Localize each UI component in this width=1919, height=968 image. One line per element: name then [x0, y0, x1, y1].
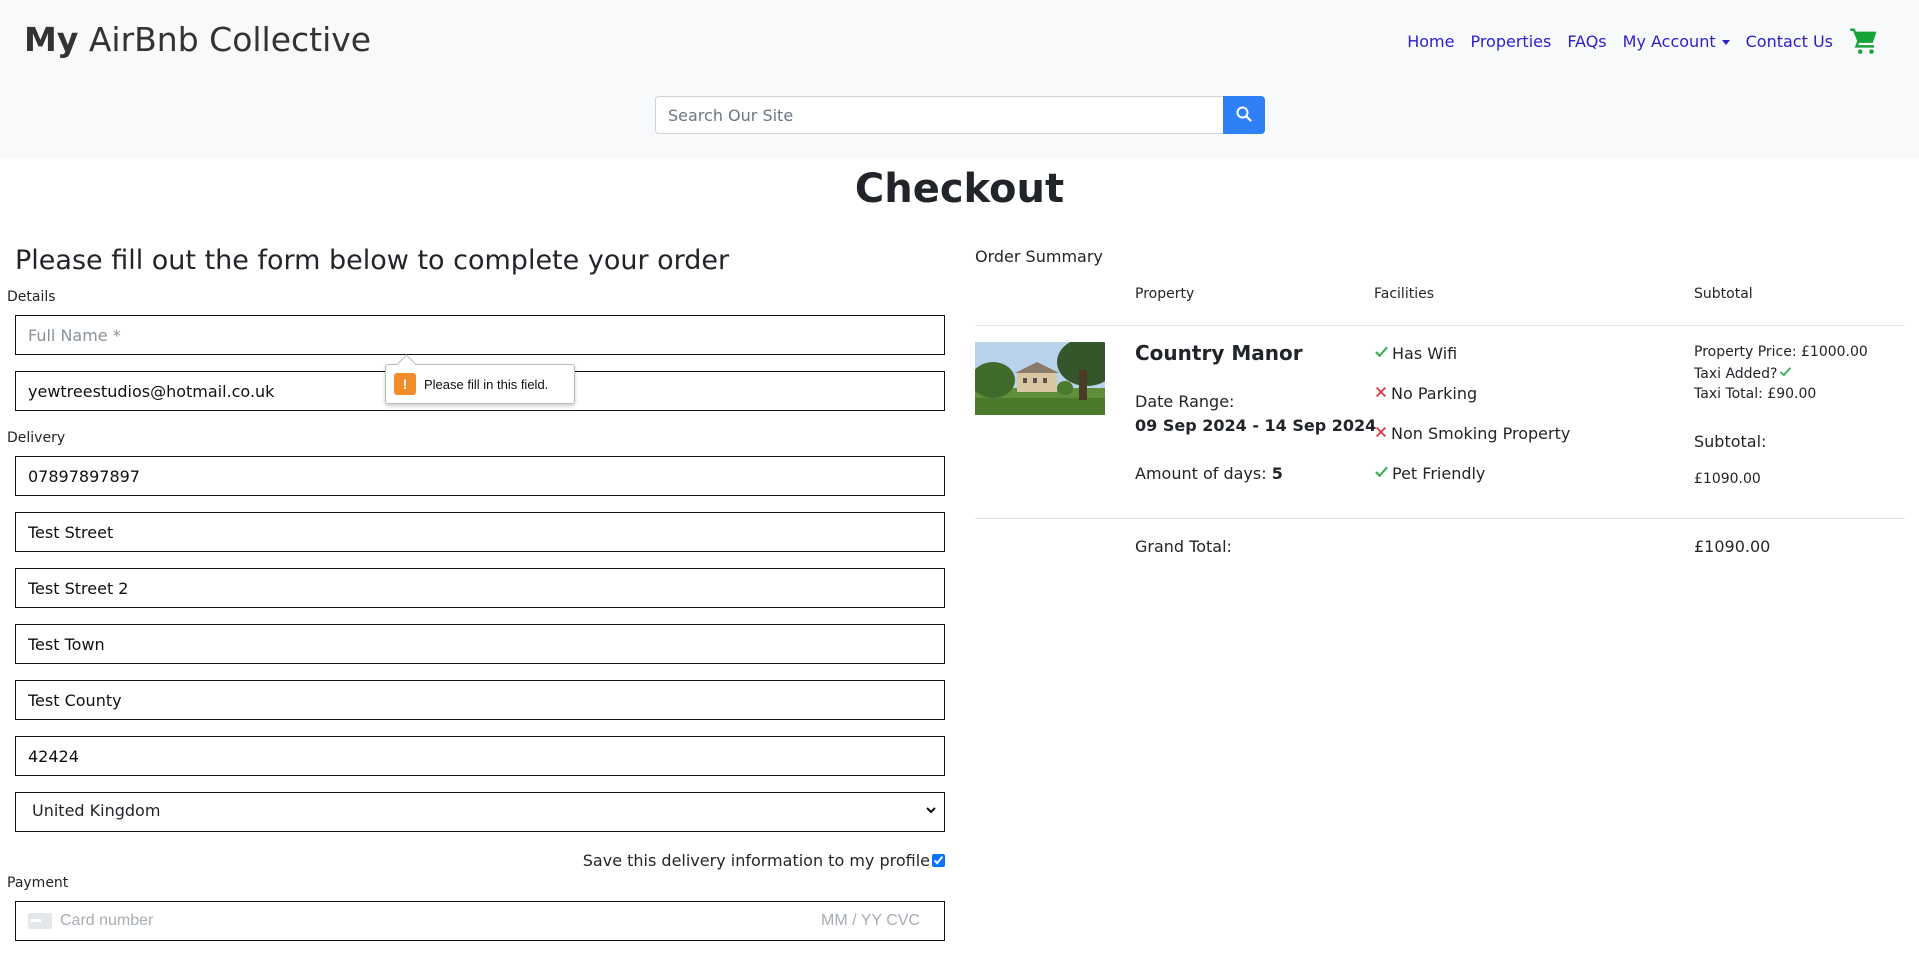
date-range-value: 09 Sep 2024 - 14 Sep 2024 [1135, 416, 1377, 435]
full-name-field[interactable] [15, 315, 945, 355]
facility-label: Has Wifi [1392, 344, 1458, 363]
nav-properties-link[interactable]: Properties [1470, 32, 1551, 51]
property-name: Country Manor [1135, 341, 1303, 365]
facility-item: Non Smoking Property [1374, 424, 1570, 443]
postcode-field[interactable] [15, 736, 945, 776]
credit-card-icon [28, 913, 52, 929]
days-label: Amount of days: [1135, 464, 1272, 483]
facility-label: No Parking [1391, 384, 1478, 403]
site-header: My AirBnb Collective Home Properties FAQ… [0, 0, 1919, 158]
card-number-placeholder: Card number [60, 912, 154, 929]
country-select[interactable]: United Kingdom [15, 792, 945, 832]
search-input[interactable] [655, 96, 1223, 134]
taxi-total: Taxi Total: £90.00 [1694, 386, 1817, 402]
taxi-added: Taxi Added? [1694, 365, 1792, 382]
search-icon [1236, 106, 1252, 125]
facility-item: Has Wifi [1374, 344, 1457, 363]
save-info-row: Save this delivery information to my pro… [583, 851, 945, 870]
form-heading: Please fill out the form below to comple… [15, 245, 730, 276]
amount-of-days: Amount of days: 5 [1135, 464, 1283, 483]
nav-home-link[interactable]: Home [1407, 32, 1454, 51]
grand-total-label: Grand Total: [1135, 537, 1232, 556]
property-price: Property Price: £1000.00 [1694, 344, 1868, 360]
phone-field[interactable] [15, 456, 945, 496]
street-address-1-field[interactable] [15, 512, 945, 552]
delivery-label: Delivery [7, 430, 66, 446]
days-value: 5 [1271, 464, 1283, 483]
nav-contact-link[interactable]: Contact Us [1746, 32, 1833, 51]
payment-label: Payment [7, 875, 69, 891]
column-header-subtotal: Subtotal [1694, 286, 1753, 302]
taxi-added-label: Taxi Added? [1694, 365, 1778, 382]
date-range-label: Date Range: [1135, 392, 1235, 411]
page-title: Checkout [854, 166, 1065, 212]
column-header-facilities: Facilities [1374, 286, 1434, 302]
facility-label: Non Smoking Property [1391, 424, 1571, 443]
check-icon [1374, 464, 1392, 483]
cross-icon [1374, 384, 1391, 403]
main-nav: Home Properties FAQs My Account Contact … [1391, 26, 1879, 56]
facility-label: Pet Friendly [1392, 464, 1486, 483]
facility-item: No Parking [1374, 384, 1477, 403]
subtotal-label: Subtotal: [1694, 432, 1767, 451]
caret-down-icon [1721, 39, 1730, 45]
street-address-2-field[interactable] [15, 568, 945, 608]
county-field[interactable] [15, 680, 945, 720]
nav-my-account-dropdown[interactable]: My Account [1623, 32, 1730, 51]
cross-icon [1374, 424, 1391, 443]
column-header-property: Property [1135, 286, 1195, 302]
site-search [655, 96, 1265, 134]
nav-faqs-link[interactable]: FAQs [1567, 32, 1606, 51]
details-label: Details [7, 289, 56, 305]
validation-tooltip: ! Please fill in this field. [385, 364, 575, 404]
check-icon [1779, 365, 1792, 382]
shopping-cart-icon[interactable] [1849, 26, 1879, 56]
card-expiry-cvc-placeholder: MM / YY CVC [821, 912, 920, 929]
country-selected-value: United Kingdom [32, 801, 161, 820]
divider [975, 325, 1905, 326]
order-summary-title: Order Summary [975, 247, 1103, 266]
validation-message: Please fill in this field. [424, 376, 549, 392]
property-thumbnail [975, 342, 1105, 415]
grand-total-value: £1090.00 [1694, 537, 1771, 556]
brand-logo[interactable]: My AirBnb Collective [24, 20, 371, 60]
subtotal-value: £1090.00 [1694, 471, 1761, 487]
save-info-checkbox[interactable] [932, 854, 945, 867]
warning-icon: ! [394, 373, 416, 395]
facility-item: Pet Friendly [1374, 464, 1485, 483]
divider [975, 518, 1905, 519]
search-button[interactable] [1223, 96, 1265, 134]
save-info-label: Save this delivery information to my pro… [582, 851, 930, 870]
card-element-field[interactable]: Card number MM / YY CVC [15, 901, 945, 941]
chevron-down-icon [924, 802, 938, 816]
town-field[interactable] [15, 624, 945, 664]
check-icon [1374, 344, 1392, 363]
